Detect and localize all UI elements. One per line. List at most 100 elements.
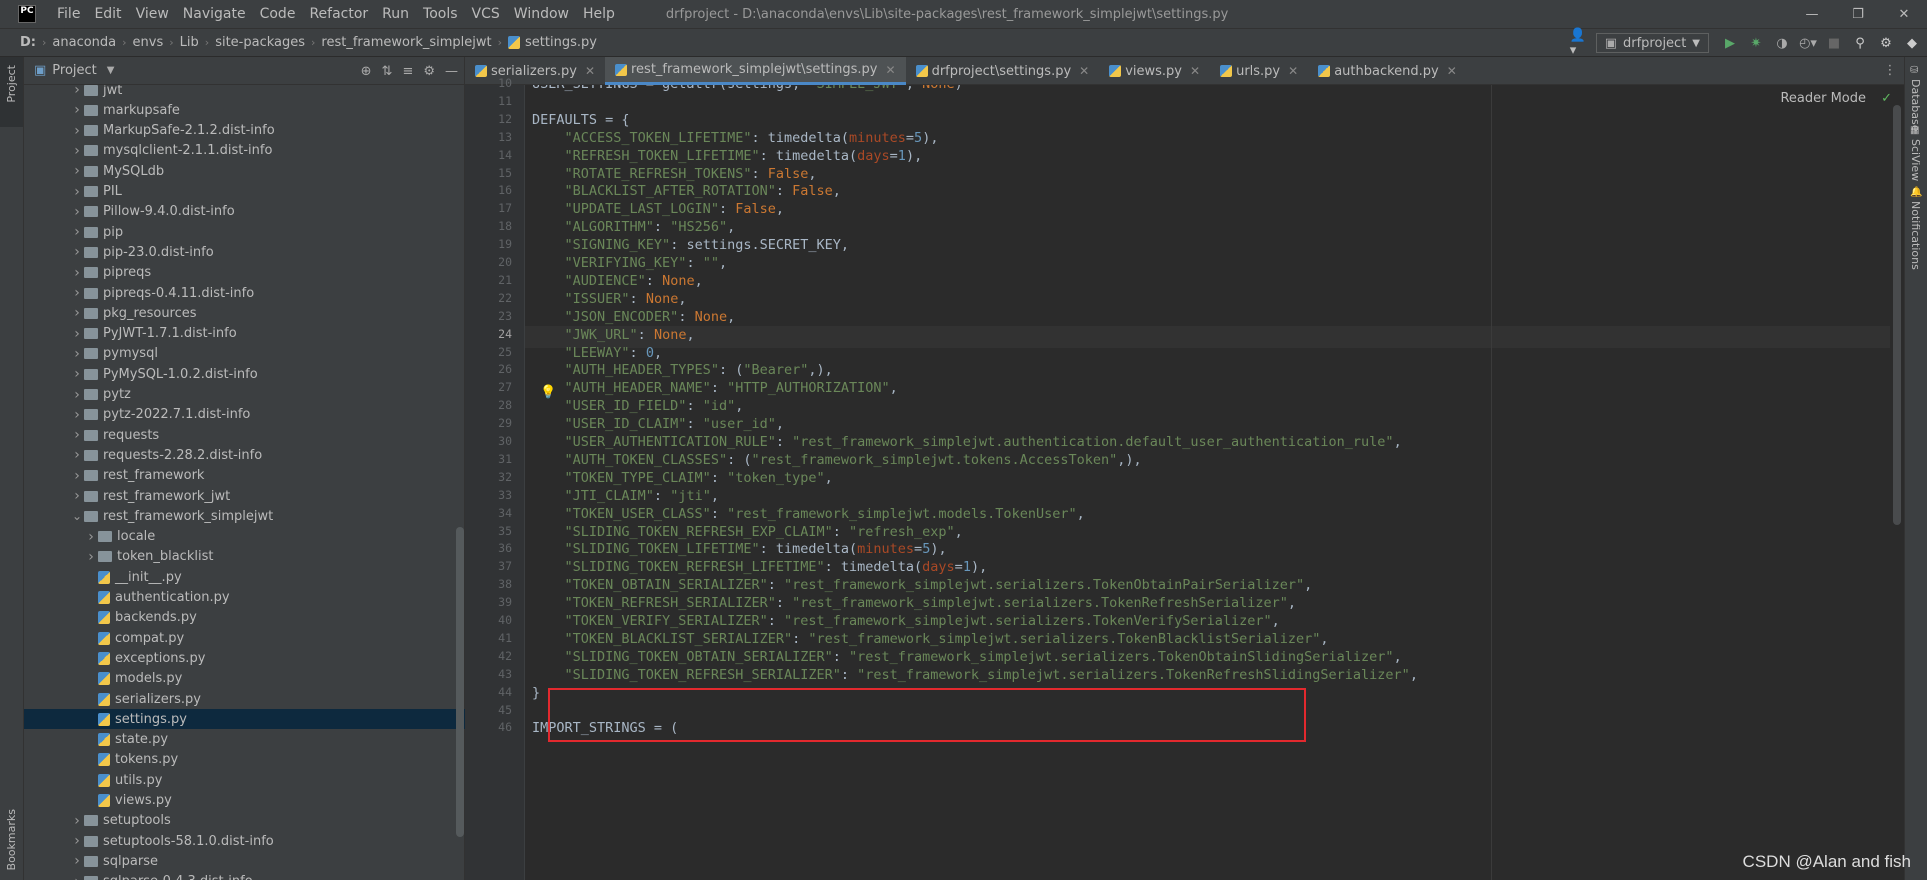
- chevron-right-icon[interactable]: ›: [70, 387, 84, 403]
- chevron-right-icon[interactable]: ›: [84, 549, 98, 565]
- breadcrumb-item[interactable]: anaconda: [52, 35, 116, 50]
- close-tab-icon[interactable]: ✕: [585, 64, 595, 78]
- tree-item[interactable]: state.py: [24, 730, 465, 750]
- tree-item[interactable]: settings.py: [24, 709, 465, 730]
- tree-item[interactable]: exceptions.py: [24, 648, 465, 668]
- close-tab-icon[interactable]: ✕: [1288, 64, 1298, 78]
- search-icon[interactable]: ⚲: [1849, 32, 1871, 54]
- tree-item[interactable]: serializers.py: [24, 689, 465, 709]
- tree-item[interactable]: › rest_framework_jwt: [24, 486, 465, 506]
- chevron-right-icon[interactable]: ›: [70, 285, 84, 301]
- tree-item[interactable]: › MySQLdb: [24, 161, 465, 181]
- tree-item[interactable]: › pip: [24, 222, 465, 242]
- run-icon[interactable]: ▶: [1719, 32, 1741, 54]
- restore-icon[interactable]: ❐: [1835, 0, 1881, 29]
- project-tree-scrollbar[interactable]: [456, 527, 464, 837]
- menu-item-navigate[interactable]: Navigate: [176, 6, 253, 22]
- chevron-right-icon[interactable]: ›: [70, 244, 84, 260]
- breadcrumb-item[interactable]: Lib: [180, 35, 199, 50]
- sciview-tool-button[interactable]: SciView: [1909, 139, 1922, 181]
- run-config-select[interactable]: ▣ drfproject ▼: [1595, 33, 1709, 53]
- tree-item[interactable]: › pipreqs: [24, 263, 465, 283]
- tree-item[interactable]: › PyMySQL-1.0.2.dist-info: [24, 364, 465, 384]
- project-panel-title[interactable]: Project: [52, 63, 96, 78]
- code-editor[interactable]: USER_SETTINGS = getattr(settings, "SIMPL…: [525, 85, 1904, 880]
- tree-item[interactable]: › setuptools: [24, 811, 465, 831]
- database-tool-button[interactable]: Database: [1909, 79, 1922, 132]
- chevron-right-icon[interactable]: ›: [70, 366, 84, 382]
- bookmarks-tool-button[interactable]: Bookmarks: [5, 809, 18, 870]
- editor-tab[interactable]: urls.py ✕: [1210, 57, 1308, 85]
- locate-icon[interactable]: ⊕: [361, 64, 372, 79]
- tree-item[interactable]: utils.py: [24, 770, 465, 790]
- project-tool-button[interactable]: Project: [5, 65, 18, 103]
- menu-item-refactor[interactable]: Refactor: [302, 6, 375, 22]
- gear-icon[interactable]: ⚙: [423, 64, 435, 79]
- editor-tab[interactable]: views.py ✕: [1099, 57, 1210, 85]
- tree-item[interactable]: ⌄ rest_framework_simplejwt: [24, 506, 465, 526]
- chevron-right-icon[interactable]: ›: [70, 163, 84, 179]
- chevron-right-icon[interactable]: ›: [70, 123, 84, 139]
- more-tabs-icon[interactable]: ⋮: [1876, 57, 1904, 85]
- chevron-down-icon[interactable]: ⌄: [70, 509, 84, 523]
- tree-item[interactable]: › pipreqs-0.4.11.dist-info: [24, 283, 465, 303]
- reader-mode-toggle[interactable]: Reader Mode: [1780, 91, 1866, 106]
- menu-item-file[interactable]: File: [50, 6, 87, 22]
- breadcrumb-item[interactable]: rest_framework_simplejwt: [321, 35, 491, 50]
- editor-tab[interactable]: authbackend.py ✕: [1308, 57, 1467, 85]
- chevron-right-icon[interactable]: ›: [70, 468, 84, 484]
- menu-item-tools[interactable]: Tools: [416, 6, 465, 22]
- chevron-right-icon[interactable]: ›: [70, 85, 84, 98]
- chevron-right-icon[interactable]: ›: [70, 447, 84, 463]
- tree-item[interactable]: compat.py: [24, 628, 465, 648]
- chevron-right-icon[interactable]: ›: [70, 346, 84, 362]
- chevron-right-icon[interactable]: ›: [70, 427, 84, 443]
- editor-scroll-thumb[interactable]: [1893, 105, 1901, 525]
- chevron-right-icon[interactable]: ›: [84, 529, 98, 545]
- tree-item[interactable]: › token_blacklist: [24, 547, 465, 567]
- chevron-right-icon[interactable]: ›: [70, 102, 84, 118]
- tree-item[interactable]: › MarkupSafe-2.1.2.dist-info: [24, 121, 465, 141]
- editor-tab[interactable]: rest_framework_simplejwt\settings.py ✕: [605, 57, 906, 85]
- chevron-right-icon[interactable]: ›: [70, 813, 84, 829]
- collapse-all-icon[interactable]: ≡: [402, 64, 413, 79]
- chevron-right-icon[interactable]: ›: [70, 224, 84, 240]
- chevron-right-icon[interactable]: ›: [70, 488, 84, 504]
- tree-item[interactable]: › pkg_resources: [24, 303, 465, 323]
- tree-item[interactable]: › locale: [24, 527, 465, 547]
- tree-item[interactable]: __init__.py: [24, 567, 465, 587]
- editor-scrollbar[interactable]: [1890, 85, 1904, 880]
- tree-item[interactable]: › pytz: [24, 385, 465, 405]
- tree-item[interactable]: › PyJWT-1.7.1.dist-info: [24, 324, 465, 344]
- user-icon[interactable]: 👤▾: [1570, 28, 1592, 58]
- debug-icon[interactable]: ✷: [1745, 32, 1767, 54]
- tree-item[interactable]: › Pillow-9.4.0.dist-info: [24, 202, 465, 222]
- menu-item-window[interactable]: Window: [507, 6, 576, 22]
- tree-item[interactable]: › PIL: [24, 182, 465, 202]
- tree-item[interactable]: › sqlparse: [24, 851, 465, 871]
- menu-item-vcs[interactable]: VCS: [465, 6, 507, 22]
- editor-tab[interactable]: drfproject\settings.py ✕: [906, 57, 1100, 85]
- chevron-right-icon[interactable]: ›: [70, 143, 84, 159]
- profile-icon[interactable]: ◴▾: [1797, 32, 1819, 54]
- breadcrumb-item[interactable]: site-packages: [215, 35, 305, 50]
- menu-item-edit[interactable]: Edit: [87, 6, 128, 22]
- chevron-right-icon[interactable]: ›: [70, 326, 84, 342]
- ide-updates-icon[interactable]: ◆: [1901, 32, 1923, 54]
- tree-item[interactable]: › mysqlclient-2.1.1.dist-info: [24, 141, 465, 161]
- menu-item-run[interactable]: Run: [375, 6, 416, 22]
- tree-item[interactable]: backends.py: [24, 608, 465, 628]
- tree-item[interactable]: tokens.py: [24, 750, 465, 770]
- notifications-tool-button[interactable]: Notifications: [1909, 201, 1922, 270]
- chevron-right-icon[interactable]: ›: [70, 874, 84, 880]
- lightbulb-icon[interactable]: 💡: [540, 385, 556, 400]
- tree-item[interactable]: › setuptools-58.1.0.dist-info: [24, 831, 465, 851]
- chevron-right-icon[interactable]: ›: [70, 833, 84, 849]
- chevron-right-icon[interactable]: ›: [70, 853, 84, 869]
- tree-item[interactable]: › markupsafe: [24, 100, 465, 120]
- tree-item[interactable]: › pytz-2022.7.1.dist-info: [24, 405, 465, 425]
- chevron-right-icon[interactable]: ›: [70, 407, 84, 423]
- tree-item[interactable]: views.py: [24, 791, 465, 811]
- tree-item[interactable]: models.py: [24, 669, 465, 689]
- menu-item-help[interactable]: Help: [576, 6, 622, 22]
